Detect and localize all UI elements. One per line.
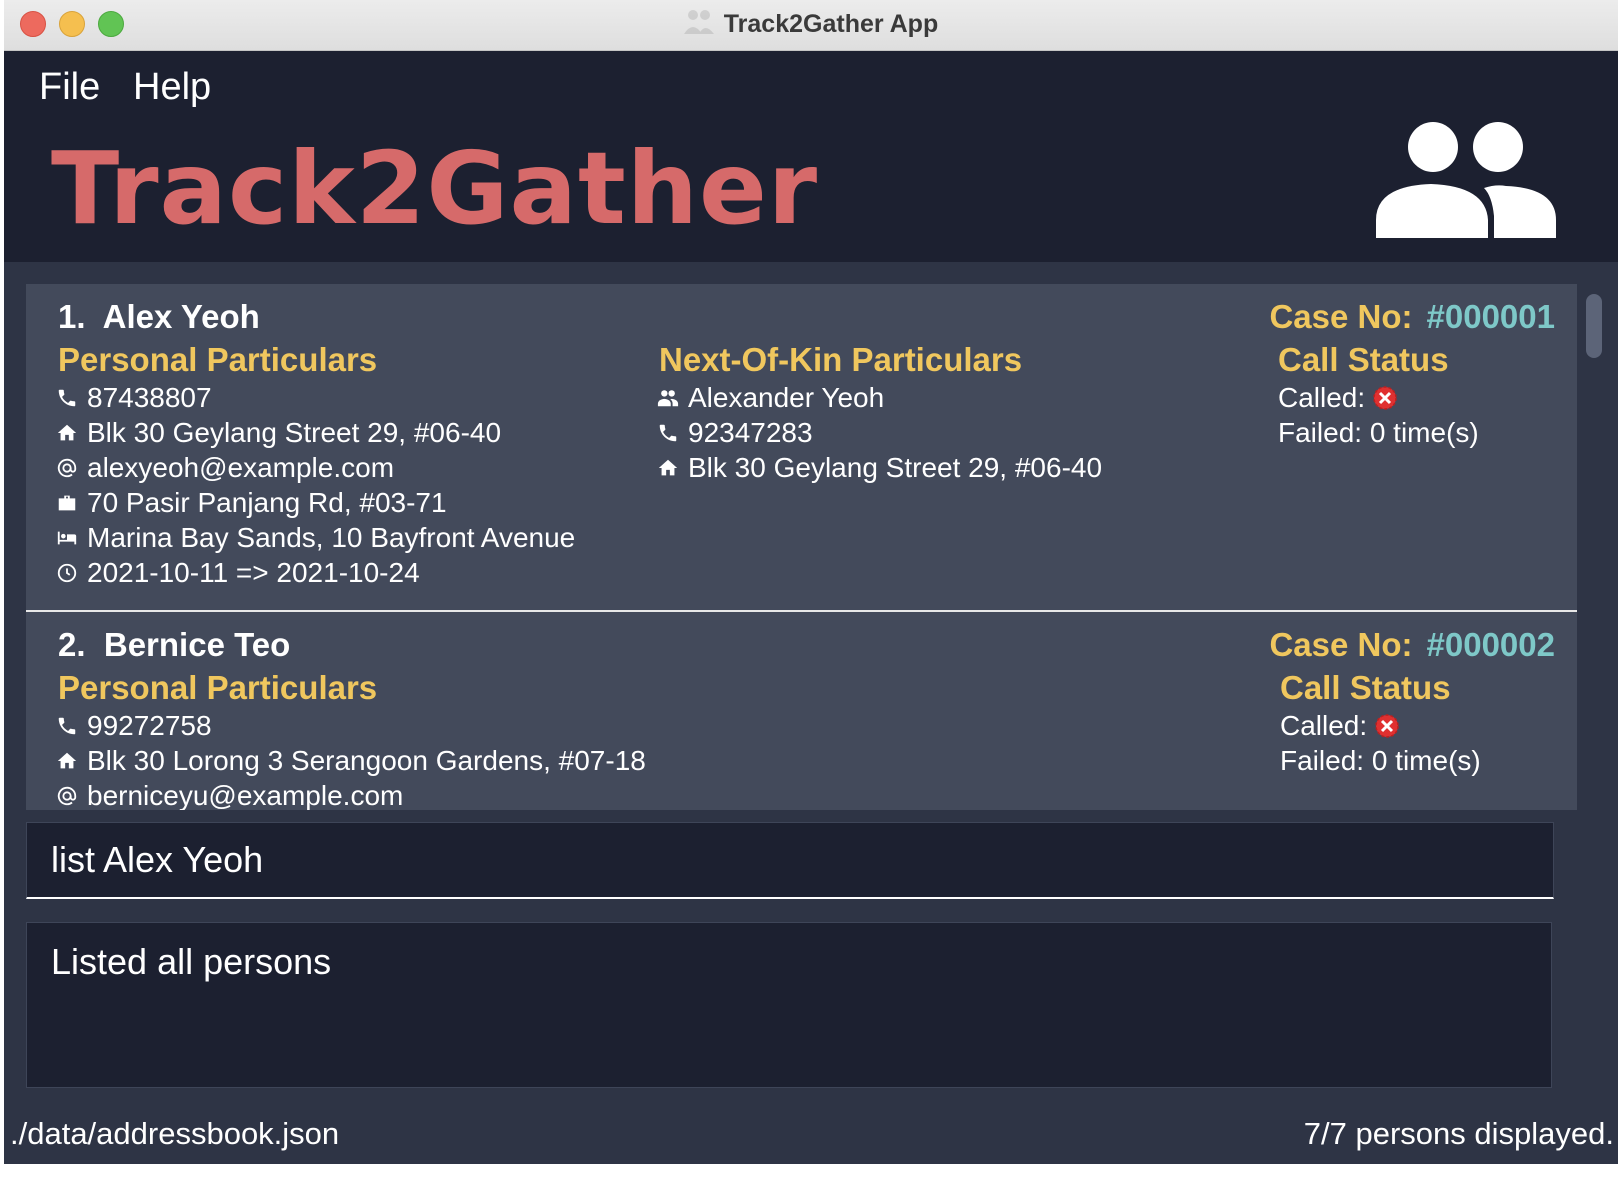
quarantine-address-field: Marina Bay Sands, 10 Bayfront Avenue [56, 522, 575, 554]
case-label: Case No: [1269, 298, 1413, 335]
scrollbar-thumb[interactable] [1586, 294, 1602, 358]
person-list[interactable]: 1. Alex Yeoh Case No: #000001 Personal Pa… [26, 284, 1577, 810]
phone-icon [58, 717, 76, 735]
x-circle-icon [1373, 386, 1397, 410]
at-icon [57, 458, 77, 478]
case-number-value: #000001 [1426, 298, 1555, 335]
person-list-panel: 1. Alex Yeoh Case No: #000001 Personal Pa… [4, 262, 1618, 810]
case-number-value: #000002 [1426, 626, 1555, 663]
call-status-heading: Call Status [1278, 341, 1449, 378]
email-field: alexyeoh@example.com [56, 452, 394, 484]
home-icon [57, 752, 77, 769]
nok-phone-value: 92347283 [688, 417, 813, 448]
nok-name-value: Alexander Yeoh [688, 382, 885, 413]
window-title-wrap: Track2Gather App [4, 8, 1618, 39]
nok-name-field: Alexander Yeoh [657, 382, 884, 414]
nok-phone-field: 92347283 [657, 417, 813, 449]
app-window: Track2Gather App File Help Track2Gather … [4, 0, 1618, 1198]
person-index: 1. [58, 298, 86, 335]
menu-file[interactable]: File [39, 66, 100, 109]
person-name-text: Alex Yeoh [102, 298, 260, 335]
person-name: 2. Bernice Teo [58, 626, 290, 664]
failed-calls: Failed: 0 time(s) [1278, 417, 1479, 448]
people-icon [1376, 122, 1556, 238]
app-icon [683, 10, 714, 34]
command-area: list Alex Yeoh [4, 810, 1618, 912]
window-title: Track2Gather App [723, 10, 939, 38]
nok-address-value: Blk 30 Geylang Street 29, #06-40 [688, 452, 1103, 483]
person-name-text: Bernice Teo [103, 626, 291, 663]
people-icon [657, 390, 679, 407]
quarantine-address-value: Marina Bay Sands, 10 Bayfront Avenue [87, 522, 576, 553]
person-card[interactable]: 2. Bernice Teo Case No: #000002 Personal … [26, 612, 1577, 810]
home-icon [658, 459, 678, 476]
app-title: Track2Gather [51, 130, 819, 247]
work-address-field: 70 Pasir Panjang Rd, #03-71 [56, 487, 447, 519]
quarantine-period-field: 2021-10-11 => 2021-10-24 [56, 557, 420, 589]
case-number: Case No: #000002 [1269, 626, 1555, 664]
quarantine-period-value: 2021-10-11 => 2021-10-24 [87, 557, 420, 588]
menu-help[interactable]: Help [133, 66, 211, 109]
personal-particulars-heading: Personal Particulars [58, 341, 378, 378]
called-status: Called: [1280, 710, 1401, 742]
result-message: Listed all persons [51, 941, 332, 982]
email-value: alexyeoh@example.com [87, 452, 395, 483]
called-label: Called: [1278, 382, 1366, 413]
home-address-field: Blk 30 Lorong 3 Serangoon Gardens, #07-1… [56, 745, 646, 777]
failed-calls: Failed: 0 time(s) [1280, 745, 1481, 776]
x-circle-icon [1375, 714, 1399, 738]
call-status-heading: Call Status [1280, 669, 1451, 706]
status-bar: ./data/addressbook.json 7/7 persons disp… [4, 1108, 1618, 1164]
home-icon [57, 424, 77, 441]
save-file-path: ./data/addressbook.json [10, 1116, 340, 1151]
window-bottom-edge [4, 1164, 1618, 1198]
next-of-kin-heading: Next-Of-Kin Particulars [659, 341, 1023, 378]
phone-field: 87438807 [56, 382, 212, 414]
bed-icon [57, 531, 77, 545]
command-input[interactable]: list Alex Yeoh [51, 839, 263, 881]
nok-address-field: Blk 30 Geylang Street 29, #06-40 [657, 452, 1102, 484]
phone-icon [659, 424, 677, 442]
home-address-field: Blk 30 Geylang Street 29, #06-40 [56, 417, 501, 449]
phone-value: 99272758 [87, 710, 212, 741]
home-address-value: Blk 30 Lorong 3 Serangoon Gardens, #07-1… [87, 745, 646, 776]
phone-value: 87438807 [87, 382, 212, 413]
case-number: Case No: #000001 [1269, 298, 1555, 336]
email-value: berniceyu@example.com [87, 780, 404, 810]
work-address-value: 70 Pasir Panjang Rd, #03-71 [87, 487, 447, 518]
command-input-box[interactable]: list Alex Yeoh [26, 822, 1554, 899]
list-scrollbar[interactable] [1582, 284, 1602, 810]
at-icon [57, 786, 77, 806]
title-bar: Track2Gather App [4, 0, 1618, 51]
called-label: Called: [1280, 710, 1368, 741]
person-name: 1. Alex Yeoh [58, 298, 260, 336]
briefcase-icon [58, 495, 76, 511]
home-address-value: Blk 30 Geylang Street 29, #06-40 [87, 417, 502, 448]
result-display[interactable]: Listed all persons [26, 922, 1552, 1088]
person-card[interactable]: 1. Alex Yeoh Case No: #000001 Personal Pa… [26, 284, 1577, 610]
persons-displayed-count: 7/7 persons displayed. [1303, 1116, 1614, 1151]
called-status: Called: [1278, 382, 1399, 414]
clock-icon [57, 563, 77, 583]
result-area: Listed all persons [4, 912, 1618, 1108]
person-index: 2. [58, 626, 86, 663]
personal-particulars-heading: Personal Particulars [58, 669, 378, 706]
phone-icon [58, 389, 76, 407]
email-field: berniceyu@example.com [56, 780, 403, 810]
phone-field: 99272758 [56, 710, 212, 742]
case-label: Case No: [1269, 626, 1413, 663]
